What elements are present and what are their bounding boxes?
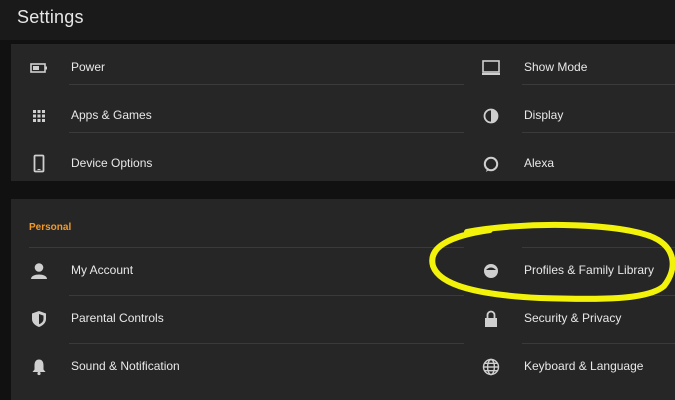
settings-item-security-privacy[interactable]: Security & Privacy (464, 295, 675, 343)
monitor-icon (481, 58, 501, 78)
divider (69, 132, 464, 133)
page-title: Settings (17, 7, 84, 27)
settings-item-label: Power (71, 60, 106, 74)
personal-settings-card: Personal My Account Profiles & Family Li… (11, 199, 675, 400)
globe-icon (481, 357, 501, 377)
person-icon (29, 261, 49, 281)
settings-item-label: Show Mode (524, 60, 588, 74)
device-settings-card: Power Show Mode Apps & Games Display Dev… (11, 44, 675, 181)
settings-item-label: My Account (71, 263, 134, 277)
tablet-icon (29, 154, 49, 174)
divider (522, 84, 675, 85)
settings-item-my-account[interactable]: My Account (11, 247, 464, 295)
settings-item-sound-notification[interactable]: Sound & Notification (11, 343, 464, 391)
settings-item-label: Security & Privacy (524, 311, 622, 325)
alexa-ring-icon (481, 154, 501, 174)
settings-item-label: Display (524, 108, 564, 122)
section-header-personal: Personal (29, 222, 72, 233)
settings-item-label: Alexa (524, 156, 555, 170)
settings-item-label: Parental Controls (71, 311, 164, 325)
settings-item-keyboard-language[interactable]: Keyboard & Language (464, 343, 675, 391)
profile-face-icon (481, 261, 501, 281)
settings-item-alexa[interactable]: Alexa (464, 140, 675, 188)
lock-icon (481, 309, 501, 329)
divider (522, 132, 675, 133)
shield-icon (29, 309, 49, 329)
battery-icon (29, 58, 49, 78)
bell-icon (29, 357, 49, 377)
settings-item-label: Profiles & Family Library (524, 263, 655, 277)
settings-item-label: Device Options (71, 156, 153, 170)
divider (69, 84, 464, 85)
apps-grid-icon (29, 106, 49, 126)
top-bar: Settings (0, 0, 675, 40)
settings-item-profiles-family-library[interactable]: Profiles & Family Library (464, 247, 675, 295)
settings-item-label: Apps & Games (71, 108, 152, 122)
settings-item-label: Keyboard & Language (524, 359, 644, 373)
contrast-icon (481, 106, 501, 126)
settings-item-device-options[interactable]: Device Options (11, 140, 464, 188)
settings-item-parental-controls[interactable]: Parental Controls (11, 295, 464, 343)
settings-item-label: Sound & Notification (71, 359, 180, 373)
